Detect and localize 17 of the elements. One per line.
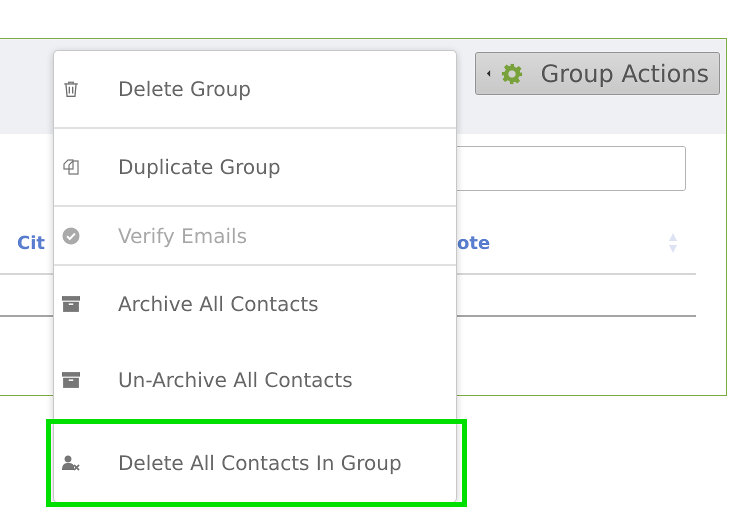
archive-box-icon <box>62 371 80 389</box>
menu-item[interactable]: Duplicate Group <box>54 129 456 205</box>
trash-icon <box>62 80 80 98</box>
archive-box-icon <box>62 295 80 313</box>
gear-icon <box>500 62 523 84</box>
column-header[interactable]: ote <box>457 232 490 254</box>
check-circle-icon <box>62 226 80 244</box>
caret-icon <box>486 69 491 78</box>
copy-icon <box>62 158 80 176</box>
group-actions-button[interactable]: Group Actions <box>474 52 720 95</box>
menu-item[interactable]: Delete All Contacts In Group <box>51 424 462 502</box>
column-header[interactable]: Cit <box>17 232 45 254</box>
menu-item[interactable]: Delete Group <box>54 51 456 127</box>
sort-icon[interactable] <box>668 232 678 254</box>
menu-item[interactable]: Un-Archive All Contacts <box>54 342 456 418</box>
menu-item[interactable]: Archive All Contacts <box>54 266 456 342</box>
user-remove-icon <box>62 454 80 472</box>
